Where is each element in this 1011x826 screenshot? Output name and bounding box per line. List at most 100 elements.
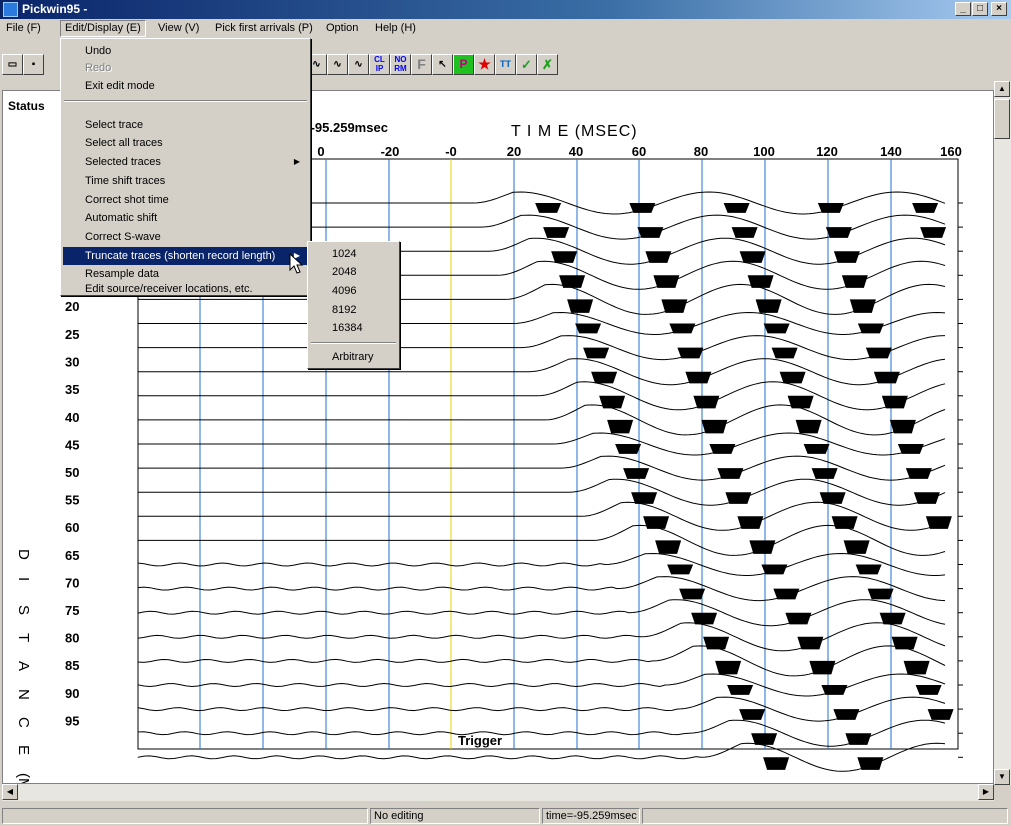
menu-option[interactable]: Option — [322, 21, 362, 36]
trace-fill — [655, 540, 682, 554]
check-icon[interactable]: ✓ — [516, 54, 537, 75]
menu-view[interactable]: View (V) — [154, 21, 203, 36]
y-tick-label-partial: 20 — [65, 299, 79, 314]
star-icon[interactable]: ★ — [474, 54, 495, 75]
trace-fill — [821, 685, 848, 695]
trace-fill — [637, 227, 664, 238]
trace-fill — [717, 468, 744, 479]
pointer-icon[interactable]: ↖ — [432, 54, 453, 75]
vertical-scrollbar[interactable]: ▲ ▼ — [994, 81, 1011, 785]
submenu-item-arbitrary[interactable]: Arbitrary — [310, 348, 397, 366]
menu-item-resample-data[interactable]: Resample data — [63, 265, 308, 283]
trace-fill — [551, 251, 578, 263]
trace-fill — [889, 419, 916, 434]
seismic-trace — [137, 719, 946, 747]
menu-item-time-shift-traces[interactable]: Time shift traces — [63, 172, 308, 190]
close-button[interactable]: × — [991, 2, 1007, 16]
y-tick-label: 55 — [65, 493, 79, 508]
trace-fill — [747, 275, 774, 288]
scroll-up-icon[interactable]: ▲ — [994, 81, 1010, 97]
seismic-trace — [137, 696, 946, 722]
trace-fill — [913, 492, 940, 504]
trace-fill — [927, 709, 954, 720]
trace-fill — [749, 540, 776, 554]
trace-fill — [811, 468, 838, 479]
scroll-thumb[interactable] — [994, 99, 1010, 139]
menu-item-select-trace[interactable]: Select trace — [63, 116, 308, 134]
menu-help[interactable]: Help (H) — [371, 21, 420, 36]
trace-fill — [867, 588, 894, 600]
trace-fill — [857, 757, 884, 770]
menu-item-select-all-traces[interactable]: Select all traces — [63, 134, 308, 152]
trace-fill — [817, 203, 844, 213]
trace-fill — [785, 612, 812, 625]
scroll-left-icon[interactable]: ◀ — [2, 784, 18, 800]
menu-item-automatic-shift[interactable]: Automatic shift — [63, 209, 308, 227]
title-bar: Pickwin95 - _ □ × — [0, 0, 1011, 19]
normalize-icon[interactable]: NO RM — [390, 54, 411, 75]
trace-fill — [575, 323, 602, 334]
menu-item-exit-edit-mode[interactable]: Exit edit mode — [63, 77, 308, 95]
distance-axis-letter: (M) — [15, 773, 32, 783]
window-title: Pickwin95 - — [22, 2, 88, 16]
x-tick-label: 60 — [632, 144, 646, 159]
trace-fill — [809, 660, 836, 675]
menu-item-selected-traces[interactable]: Selected traces ▶ — [63, 153, 308, 171]
maximize-button[interactable]: □ — [972, 2, 988, 16]
x-icon[interactable]: ✗ — [537, 54, 558, 75]
trace-fill — [920, 227, 947, 238]
menu-item-correct-s-wave[interactable]: Correct S-wave — [63, 228, 308, 246]
y-tick-label: 70 — [65, 575, 79, 590]
menu-item-truncate-traces-label: Truncate traces (shorten record length) — [85, 250, 276, 262]
seismic-trace — [138, 404, 946, 436]
trace-fill — [787, 395, 814, 409]
trace-fill — [709, 444, 736, 454]
trace-fill — [833, 709, 860, 720]
travel-time-icon[interactable]: TT — [495, 54, 516, 75]
trace-fill — [567, 299, 594, 313]
submenu-item-8192[interactable]: 8192 — [310, 301, 397, 319]
wave-fill-icon-2[interactable]: ∿ — [327, 54, 348, 75]
y-tick-label: 80 — [65, 631, 79, 646]
mouse-cursor-icon — [289, 253, 304, 274]
status-panel-empty — [2, 808, 368, 824]
menu-file[interactable]: File (F) — [2, 21, 45, 36]
trace-fill — [669, 323, 696, 334]
wave-icon[interactable]: ∿ — [348, 54, 369, 75]
trace-fill — [873, 371, 900, 384]
scroll-right-icon[interactable]: ▶ — [978, 784, 994, 800]
trace-fill — [607, 419, 634, 434]
save-icon[interactable]: ▪ — [23, 54, 44, 75]
submenu-item-2048[interactable]: 2048 — [310, 263, 397, 281]
trace-fill — [797, 636, 824, 650]
menu-pick-first-arrivals[interactable]: Pick first arrivals (P) — [211, 21, 317, 36]
open-folder-icon[interactable]: ▭ — [2, 54, 23, 75]
submenu-item-16384[interactable]: 16384 — [310, 319, 397, 337]
pick-icon[interactable]: P — [453, 54, 474, 75]
trace-fill — [559, 275, 586, 288]
x-tick-label: 20 — [507, 144, 521, 159]
menu-item-undo[interactable]: Undo — [63, 42, 308, 60]
horizontal-scrollbar[interactable]: ◀ ▶ — [2, 784, 994, 801]
trace-fill — [583, 347, 610, 359]
status-bar: No editing time=-95.259msec — [0, 805, 1011, 826]
menu-item-correct-shot-time[interactable]: Correct shot time — [63, 191, 308, 209]
seismic-trace — [137, 552, 946, 576]
submenu-item-1024[interactable]: 1024 — [310, 245, 397, 263]
scroll-down-icon[interactable]: ▼ — [994, 769, 1010, 785]
submenu-item-4096[interactable]: 4096 — [310, 282, 397, 300]
trace-fill — [825, 227, 852, 238]
seismic-trace — [137, 576, 946, 602]
x-tick-label: 0 — [317, 144, 324, 159]
menu-edit-display[interactable]: Edit/Display (E) — [60, 20, 146, 37]
trace-fill — [645, 251, 672, 263]
filter-icon[interactable]: F — [411, 54, 432, 75]
y-tick-label: 85 — [65, 658, 79, 673]
y-tick-label: 35 — [65, 382, 79, 397]
app-icon[interactable] — [3, 2, 18, 17]
menu-item-edit-locations[interactable]: Edit source/receiver locations, etc. — [63, 283, 308, 297]
clip-icon[interactable]: CL IP — [369, 54, 390, 75]
minimize-button[interactable]: _ — [955, 2, 971, 16]
x-tick-label: -0 — [445, 144, 457, 159]
menu-item-truncate-traces[interactable]: Truncate traces (shorten record length) ▶ — [63, 247, 308, 265]
